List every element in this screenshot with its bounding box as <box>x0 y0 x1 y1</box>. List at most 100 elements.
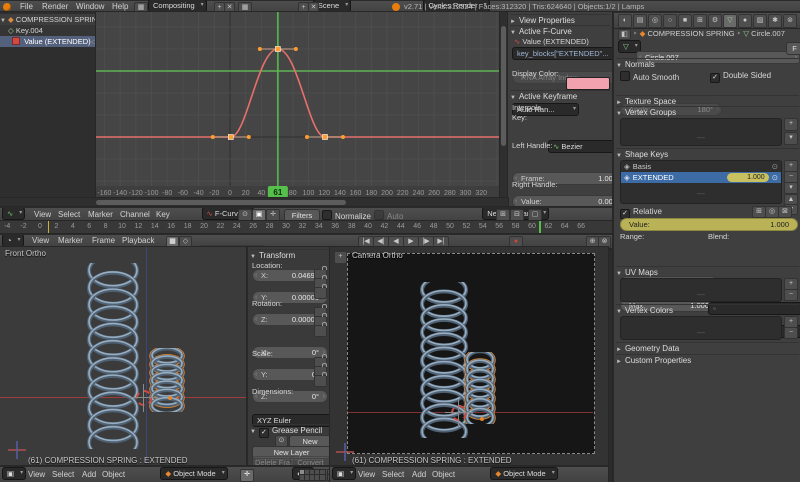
graph-menu-select[interactable]: Select <box>58 208 80 221</box>
graph-menu-channel[interactable]: Channel <box>120 208 150 221</box>
panel-vertex-colors[interactable]: ▼ Vertex Colors <box>616 304 799 315</box>
channel-object-row[interactable]: ◇ Key.004 <box>0 25 104 36</box>
panel-active-fcurve[interactable]: ▼ Active F-Curve <box>510 25 610 36</box>
shapekey-row-basis[interactable]: ◈ Basis ⊙ <box>621 161 781 172</box>
breadcrumb-object-label[interactable]: COMPRESSION SPRING <box>648 29 735 38</box>
vertex-groups-list[interactable]: — <box>620 118 782 146</box>
lock-location-z-icon[interactable] <box>314 287 327 299</box>
timeline-menu-marker[interactable]: Marker <box>58 235 83 247</box>
props-tab-particles-icon[interactable]: ✱ <box>768 14 782 28</box>
panel-shape-keys[interactable]: ▼ Shape Keys <box>616 148 799 159</box>
graph-vscroll-handle[interactable] <box>501 26 506 146</box>
shapekey-pin-icon[interactable]: ◎ <box>765 206 779 218</box>
interaction-mode-dropdown[interactable]: ◆ Object Mode <box>160 467 228 480</box>
key-value-field[interactable]: Value:0.000 <box>512 195 612 207</box>
props-tab-modifiers-icon[interactable]: ⚙ <box>708 14 722 28</box>
layer-visibility-grid[interactable] <box>299 469 330 481</box>
interpolation-dropdown[interactable]: ∿ Bezier <box>548 140 612 153</box>
shapekey-edit-mode-icon[interactable]: ⊞ <box>752 206 766 218</box>
vp-menu-select[interactable]: Select <box>52 468 74 481</box>
shapekey-value-slider[interactable]: Value: 1.000 <box>620 218 798 231</box>
shapekey-specials-icon[interactable]: ▾ <box>784 182 798 194</box>
shapekey-eye-icon[interactable]: ⊙ <box>772 172 778 183</box>
lock-scale-z-icon[interactable] <box>314 375 327 387</box>
3d-cursor[interactable] <box>130 384 158 412</box>
manipulator-toggle-icon[interactable]: ✛ <box>240 469 254 482</box>
panel-vertex-groups[interactable]: ▼ Vertex Groups <box>616 106 799 117</box>
graph-canvas[interactable]: -160-140-120-100-80-60-40-20020406080100… <box>95 11 501 199</box>
gp-delete-frame-button[interactable]: Delete Fra... <box>252 456 294 466</box>
cam-interaction-mode-dropdown[interactable]: ◆ Object Mode <box>490 467 558 480</box>
cam-menu-select[interactable]: Select <box>382 468 404 481</box>
graph-editor-type-icon[interactable]: ∿ <box>2 208 26 220</box>
fcurve-display-color-swatch[interactable] <box>566 77 610 90</box>
props-tab-object-data-icon[interactable]: ▽ <box>723 14 737 28</box>
vertex-color-remove-button[interactable]: − <box>784 327 798 339</box>
timeline-ruler[interactable]: -4 -2 0 2 4 6 8 10 12 14 16 18 20 22 24 26 28 30 32 34 36 38 4… <box>0 220 613 235</box>
panel-geometry-data[interactable]: ► Geometry Data <box>616 342 799 353</box>
channel-group-row[interactable]: ▼ ◆ COMPRESSION SPRING <box>0 14 96 25</box>
graph-hscrollbar[interactable] <box>0 197 509 208</box>
graph-vscrollbar[interactable] <box>499 11 509 199</box>
vertex-group-add-button[interactable]: + <box>784 118 798 131</box>
breadcrumb-scene-icon[interactable]: ◧ <box>618 29 631 40</box>
auto-smooth-toggle[interactable]: Auto Smooth <box>620 71 679 82</box>
channel-fcurve-row[interactable]: Value (EXTENDED) ◁ <box>0 36 108 47</box>
props-tab-object-icon[interactable]: ■ <box>678 14 692 28</box>
rna-path-field[interactable]: key_blocks["EXTENDED"... <box>512 47 612 60</box>
shape-keys-list[interactable]: ◈ Basis ⊙ ◈ EXTENDED 1.000 ⊙ — <box>620 160 782 204</box>
screen-layout-selector[interactable]: Compositing <box>148 0 207 12</box>
props-tab-physics-icon[interactable]: ⊚ <box>783 14 797 28</box>
shapekey-row-extended[interactable]: ◈ EXTENDED 1.000 ⊙ <box>621 172 781 183</box>
breadcrumb-data-label[interactable]: Circle.007 <box>751 29 785 38</box>
props-tab-constraints-icon[interactable]: ⊞ <box>693 14 707 28</box>
vp-menu-view[interactable]: View <box>28 468 45 481</box>
panel-texture-space[interactable]: ► Texture Space <box>616 95 799 106</box>
vertex-group-specials-icon[interactable]: ▾ <box>784 132 798 145</box>
fcurve-plot[interactable]: -160-140-120-100-80-60-40-20020406080100… <box>96 12 500 198</box>
props-tab-scene-icon[interactable]: ◎ <box>648 14 662 28</box>
graph-hscroll-handle[interactable] <box>96 200 346 205</box>
timeline-menu-view[interactable]: View <box>32 235 49 247</box>
expand-triangle-icon[interactable]: ▼ <box>0 18 6 24</box>
layer-cell[interactable] <box>319 474 326 481</box>
camera-3d-cursor[interactable] <box>445 399 473 427</box>
uv-maps-list[interactable]: — <box>620 278 782 302</box>
panel-transform[interactable]: ▼ Transform <box>250 249 329 260</box>
panel-view-properties[interactable]: ► View Properties <box>510 14 610 25</box>
spring-mesh-large[interactable] <box>85 253 141 461</box>
double-sided-toggle[interactable]: ✓ Double Sided <box>710 71 771 83</box>
spring-mesh-selected[interactable] <box>148 345 186 417</box>
lock-rotation-z-icon[interactable] <box>314 325 327 337</box>
shapekey-mute-eye-icon[interactable]: ⊙ <box>772 161 778 172</box>
cam-menu-add[interactable]: Add <box>412 468 426 481</box>
shapekey-value-pill[interactable]: 1.000 <box>726 173 769 182</box>
normalize-toggle[interactable]: Normalize <box>322 210 371 221</box>
panel-active-keyframe[interactable]: ▼ Active Keyframe <box>510 90 610 101</box>
cam-menu-object[interactable]: Object <box>432 468 455 481</box>
timeline-menu-frame[interactable]: Frame <box>92 235 115 247</box>
props-tab-texture-icon[interactable]: ▨ <box>753 14 767 28</box>
props-tab-render-layers-icon[interactable]: ▤ <box>633 14 647 28</box>
panel-uv-maps[interactable]: ▼ UV Maps <box>616 266 799 277</box>
graph-menu-marker[interactable]: Marker <box>88 208 113 221</box>
panel-custom-properties[interactable]: ► Custom Properties <box>616 354 799 365</box>
toolbar-expand-plus-icon[interactable]: + <box>334 251 347 264</box>
props-tab-render-icon[interactable]: ◐ <box>618 14 632 28</box>
camera-spring-mesh-selected[interactable] <box>463 348 497 430</box>
gp-convert-button[interactable]: Convert <box>290 456 331 466</box>
shapekey-clear-icon[interactable]: ⊠ <box>778 206 792 218</box>
graph-menu-view[interactable]: View <box>34 208 51 221</box>
graph-menu-key[interactable]: Key <box>156 208 170 221</box>
normalize-auto-toggle[interactable]: Auto <box>374 210 403 221</box>
timeline-editor-type-icon[interactable]: ◔ <box>2 235 24 247</box>
props-tab-material-icon[interactable]: ● <box>738 14 752 28</box>
timeline-playhead[interactable] <box>539 221 542 234</box>
props-tab-world-icon[interactable]: ○ <box>663 14 677 28</box>
viewport-camera[interactable]: + Camera Ortho (61) COMPRESSION SPRING :… <box>329 246 609 467</box>
vertex-colors-list[interactable]: — <box>620 316 782 340</box>
viewport-editor-type-icon[interactable]: ▣ <box>2 467 27 480</box>
cam-menu-view[interactable]: View <box>358 468 375 481</box>
timeline-menu-playback[interactable]: Playback <box>122 235 154 247</box>
blender-logo-icon[interactable] <box>3 3 11 11</box>
